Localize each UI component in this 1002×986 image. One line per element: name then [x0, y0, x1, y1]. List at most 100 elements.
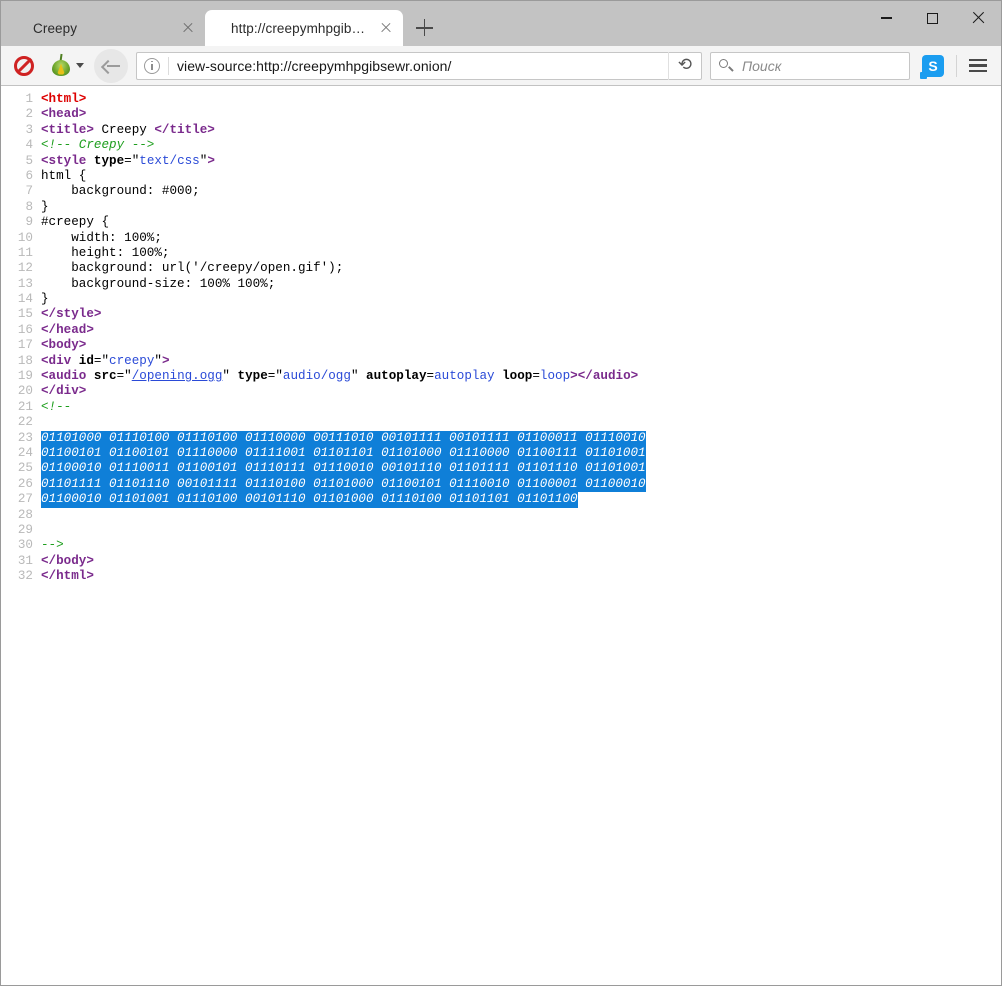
- line-number: 1: [1, 92, 41, 107]
- minimize-button[interactable]: [863, 1, 909, 35]
- skype-extension-icon[interactable]: S: [922, 55, 944, 77]
- hamburger-bar: [969, 59, 987, 61]
- divider: [956, 55, 957, 77]
- hamburger-menu-button[interactable]: [963, 51, 993, 81]
- line-number: 31: [1, 554, 41, 569]
- source-token: </div>: [41, 384, 86, 398]
- line-number: 9: [1, 215, 41, 230]
- source-line-text: <head>: [41, 107, 1001, 122]
- window-controls: [863, 1, 1001, 35]
- close-window-button[interactable]: [955, 1, 1001, 35]
- source-line: 12 background: url('/creepy/open.gif');: [1, 261, 1001, 276]
- tab-creepy[interactable]: Creepy: [7, 10, 205, 46]
- source-line: 1<html>: [1, 92, 1001, 107]
- source-line-text: }: [41, 200, 1001, 215]
- source-token: =": [124, 154, 139, 168]
- source-token: height: 100%;: [41, 246, 169, 260]
- line-number: 10: [1, 231, 41, 246]
- line-number: 2: [1, 107, 41, 122]
- source-line-text: 01100010 01101001 01110100 00101110 0110…: [41, 492, 1001, 507]
- source-token: autoplay: [359, 369, 427, 383]
- line-number: 26: [1, 477, 41, 492]
- source-line: 20</div>: [1, 384, 1001, 399]
- source-token: 01101000 01110100 01110100 01110000 0011…: [41, 431, 646, 446]
- source-line: 8}: [1, 200, 1001, 215]
- tab-close-icon[interactable]: [179, 19, 197, 37]
- maximize-button[interactable]: [909, 1, 955, 35]
- source-line: 10 width: 100%;: [1, 231, 1001, 246]
- source-line-text: <html>: [41, 92, 1001, 107]
- back-arrow-icon: [103, 59, 120, 73]
- source-line-text: height: 100%;: [41, 246, 1001, 261]
- address-bar[interactable]: view-source:http://creepymhpgibsewr.onio…: [136, 52, 702, 80]
- tab-view-source[interactable]: http://creepymhpgibsewr.oni...: [205, 10, 403, 46]
- line-number: 18: [1, 354, 41, 369]
- view-source-content[interactable]: 1<html>2<head>3<title> Creepy </title>4<…: [1, 86, 1001, 985]
- hamburger-bar: [969, 64, 987, 66]
- reload-button[interactable]: ⟳: [668, 52, 701, 80]
- source-token: </html>: [41, 569, 94, 583]
- tab-close-icon[interactable]: [377, 19, 395, 37]
- source-token: =": [117, 369, 132, 383]
- source-line: 21<!--: [1, 400, 1001, 415]
- source-token: >: [162, 354, 170, 368]
- site-info-icon[interactable]: [144, 58, 160, 74]
- source-token: >: [570, 369, 578, 383]
- line-number: 7: [1, 184, 41, 199]
- new-tab-button[interactable]: [407, 11, 441, 45]
- line-number: 11: [1, 246, 41, 261]
- tab-strip: Creepy http://creepymhpgibsewr.oni...: [1, 1, 1001, 46]
- source-line: 13 background-size: 100% 100%;: [1, 277, 1001, 292]
- line-number: 19: [1, 369, 41, 384]
- line-number: 4: [1, 138, 41, 153]
- source-line-text: <!-- Creepy -->: [41, 138, 1001, 153]
- line-number: 21: [1, 400, 41, 415]
- source-token: -->: [41, 538, 64, 552]
- source-link[interactable]: /opening.ogg: [132, 369, 223, 383]
- line-number: 15: [1, 307, 41, 322]
- search-bar[interactable]: Поиск: [710, 52, 910, 80]
- source-line-text: </head>: [41, 323, 1001, 338]
- source-token: type: [86, 154, 124, 168]
- source-line-text: html {: [41, 169, 1001, 184]
- source-token: <body>: [41, 338, 86, 352]
- source-token: <audio: [41, 369, 86, 383]
- source-token: <html>: [41, 92, 86, 106]
- source-token: <!--: [41, 400, 71, 414]
- search-input[interactable]: Поиск: [740, 58, 781, 74]
- source-line: 19<audio src="/opening.ogg" type="audio/…: [1, 369, 1001, 384]
- source-line: 29: [1, 523, 1001, 538]
- source-token: text/css: [139, 154, 199, 168]
- source-token: }: [41, 200, 49, 214]
- source-line-text: 01101111 01101110 00101111 01110100 0110…: [41, 477, 1001, 492]
- tab-title: Creepy: [33, 21, 173, 36]
- source-line: 16</head>: [1, 323, 1001, 338]
- source-line-text: 01100010 01110011 01100101 01110111 0111…: [41, 461, 1001, 476]
- source-token: Creepy: [94, 123, 154, 137]
- source-line-text: <!--: [41, 400, 1001, 415]
- source-line: 3<title> Creepy </title>: [1, 123, 1001, 138]
- chevron-down-icon[interactable]: [76, 63, 84, 68]
- source-token: =": [268, 369, 283, 383]
- source-token: =: [532, 369, 540, 383]
- back-button[interactable]: [94, 49, 128, 83]
- tor-onion-icon[interactable]: [49, 54, 73, 78]
- noscript-icon[interactable]: [13, 55, 35, 77]
- source-token: 01101111 01101110 00101111 01110100 0110…: [41, 477, 646, 492]
- tab-title: http://creepymhpgibsewr.oni...: [231, 21, 371, 36]
- line-number: 14: [1, 292, 41, 307]
- source-token: <!-- Creepy -->: [41, 138, 154, 152]
- source-line: 31</body>: [1, 554, 1001, 569]
- line-number: 3: [1, 123, 41, 138]
- line-number: 6: [1, 169, 41, 184]
- skype-icon-letter: S: [922, 55, 944, 77]
- line-number: 27: [1, 492, 41, 507]
- line-number: 22: [1, 415, 41, 430]
- source-line: 18<div id="creepy">: [1, 354, 1001, 369]
- source-line-text: background: #000;: [41, 184, 1001, 199]
- source-token: </style>: [41, 307, 101, 321]
- source-line: 4<!-- Creepy -->: [1, 138, 1001, 153]
- line-number: 16: [1, 323, 41, 338]
- source-token: <head>: [41, 107, 86, 121]
- line-number: 17: [1, 338, 41, 353]
